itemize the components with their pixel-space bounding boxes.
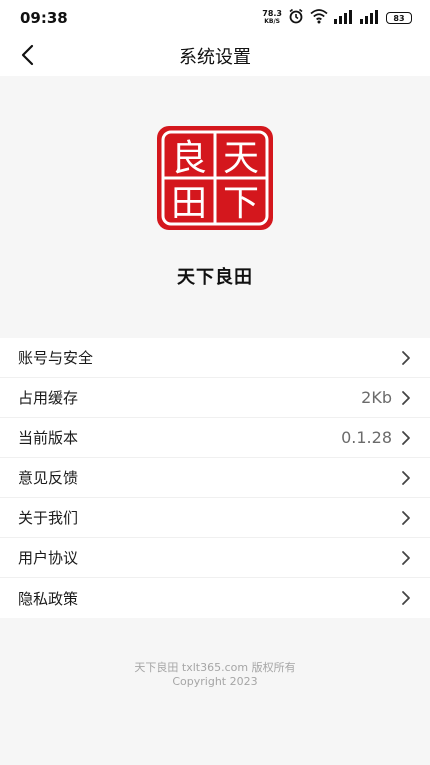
copyright-year: Copyright 2023 xyxy=(172,675,258,688)
app-logo: 良 天 田 下 xyxy=(157,126,273,230)
wifi-icon xyxy=(310,8,328,28)
cache-size-value: 2Kb xyxy=(361,388,392,407)
status-icons: 78.3 KB/S 83 xyxy=(262,8,412,28)
settings-item-label: 用户协议 xyxy=(18,549,79,567)
footer: 天下良田 txlt365.com 版权所有 Copyright 2023 xyxy=(0,661,430,689)
settings-item-cache[interactable]: 占用缓存 2Kb xyxy=(0,378,430,418)
chevron-right-icon xyxy=(400,510,412,526)
settings-item-label: 账号与安全 xyxy=(18,349,94,367)
chevron-right-icon xyxy=(400,590,412,606)
settings-item-label: 隐私政策 xyxy=(18,589,79,608)
version-value: 0.1.28 xyxy=(341,428,392,447)
settings-item-user-agreement[interactable]: 用户协议 xyxy=(0,538,430,578)
copyright-owner: 天下良田 txlt365.com 版权所有 xyxy=(134,661,296,674)
settings-item-label: 意见反馈 xyxy=(18,469,79,487)
logo-char-3: 田 xyxy=(171,183,207,224)
settings-item-feedback[interactable]: 意见反馈 xyxy=(0,458,430,498)
chevron-right-icon xyxy=(400,470,412,486)
chevron-right-icon xyxy=(400,550,412,566)
battery-icon: 83 xyxy=(386,12,412,24)
chevron-right-icon xyxy=(400,350,412,366)
network-speed-unit: KB/S xyxy=(264,18,280,25)
app-name: 天下良田 xyxy=(177,267,253,288)
header: 系统设置 xyxy=(0,36,430,76)
alarm-icon xyxy=(288,8,304,28)
network-speed-value: 78.3 xyxy=(262,9,282,18)
settings-item-about-us[interactable]: 关于我们 xyxy=(0,498,430,538)
logo-char-1: 良 xyxy=(171,138,207,179)
logo-char-2: 天 xyxy=(223,138,259,179)
chevron-right-icon xyxy=(400,430,412,446)
settings-item-privacy-policy[interactable]: 隐私政策 xyxy=(0,578,430,618)
settings-item-version[interactable]: 当前版本 0.1.28 xyxy=(0,418,430,458)
status-time: 09:38 xyxy=(20,9,68,27)
settings-item-label: 占用缓存 xyxy=(18,389,79,407)
app-info: 良 天 田 下 天下良田 xyxy=(0,76,430,338)
cellular-signal-icon xyxy=(334,9,354,28)
page-title: 系统设置 xyxy=(179,47,251,68)
chevron-right-icon xyxy=(400,390,412,406)
cellular-signal-2-icon xyxy=(360,9,380,28)
settings-item-account-security[interactable]: 账号与安全 xyxy=(0,338,430,378)
network-speed: 78.3 KB/S xyxy=(262,10,282,26)
settings-item-label: 关于我们 xyxy=(18,509,79,527)
logo-char-4: 下 xyxy=(223,183,259,224)
status-bar: 09:38 78.3 KB/S 83 xyxy=(0,0,430,36)
settings-item-label: 当前版本 xyxy=(18,429,79,447)
settings-list: 账号与安全 占用缓存 2Kb 当前版本 0.1.28 意见反馈 关于我们 用户协… xyxy=(0,338,430,618)
